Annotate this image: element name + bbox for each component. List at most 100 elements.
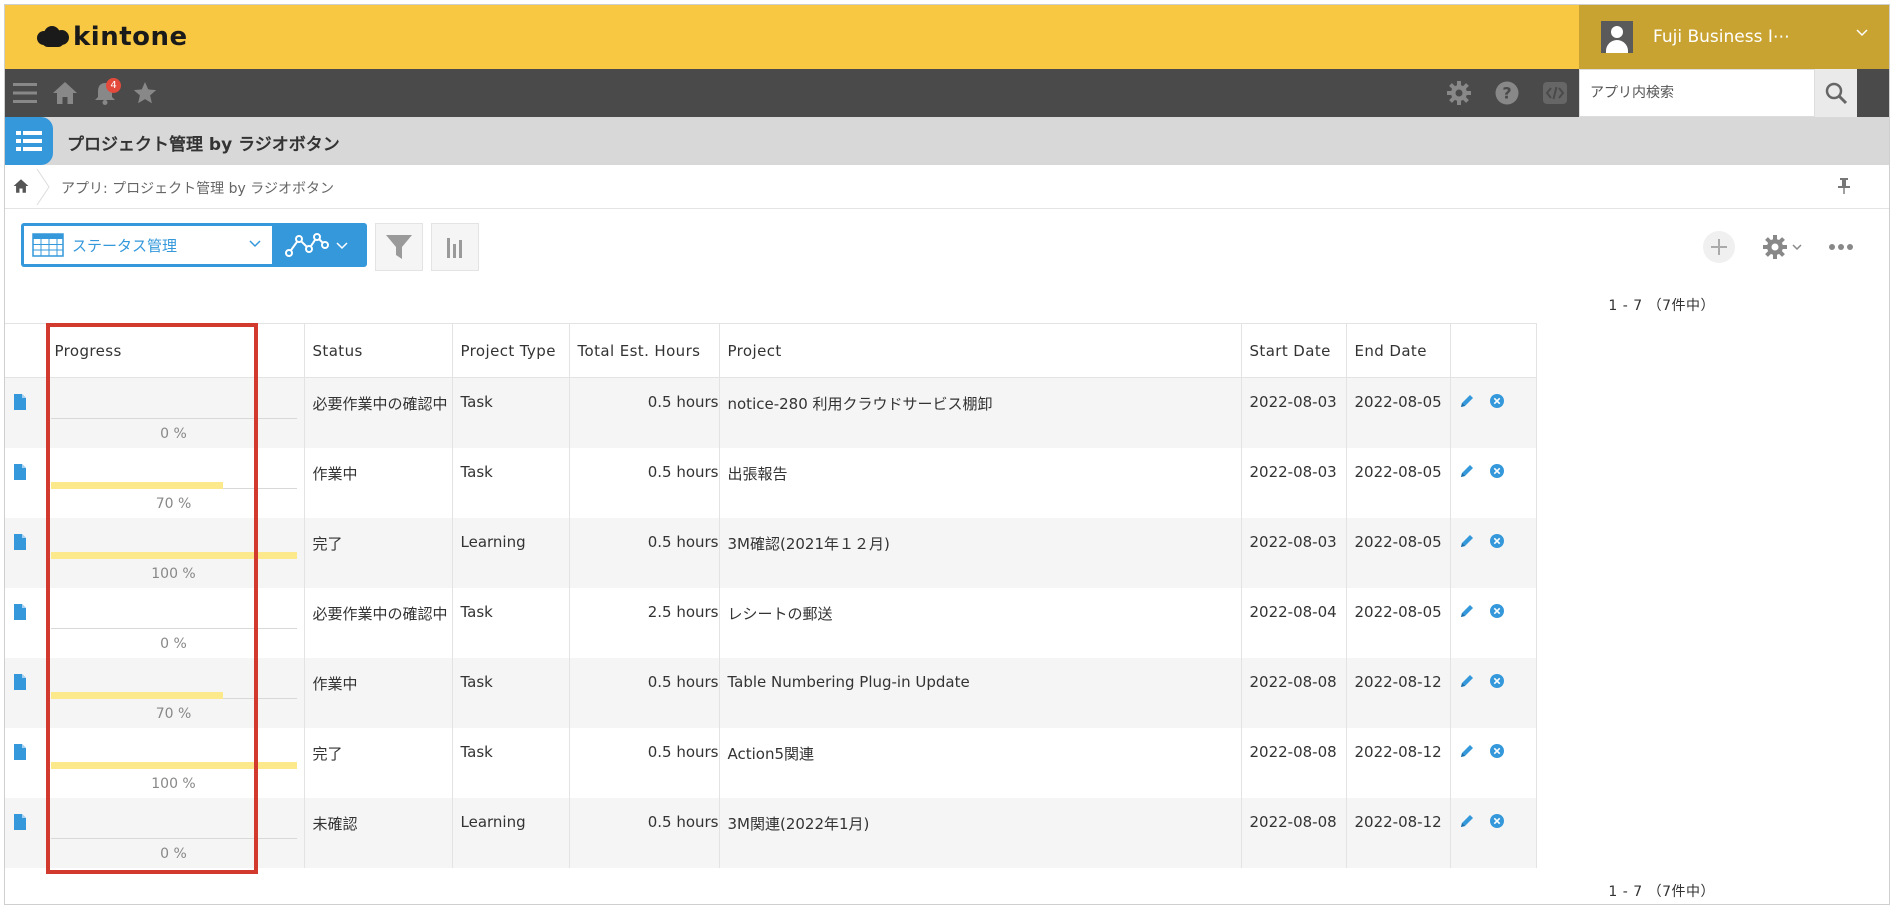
status-cell: 作業中 [304,657,453,728]
chevron-down-icon [1855,25,1869,44]
project-cell: 出張報告 [719,447,1242,518]
delete-icon[interactable] [1489,393,1505,413]
header-progress[interactable]: Progress [46,323,305,378]
header-total-hours[interactable]: Total Est. Hours [569,323,720,378]
project-type-cell: Task [452,727,570,798]
edit-icon[interactable] [1459,673,1475,693]
progress-bar [50,412,297,419]
delete-icon[interactable] [1489,813,1505,833]
edit-icon[interactable] [1459,393,1475,413]
record-detail-link[interactable] [5,657,47,728]
logo-text: kintone [73,22,188,52]
progress-label: 100 % [151,565,196,582]
actions-cell [1450,657,1537,728]
filter-button[interactable] [375,223,423,271]
view-label: ステータス管理 [72,236,178,255]
progress-bar [50,691,297,699]
header-detail [5,323,47,378]
breadcrumb-app-link[interactable]: アプリ: プロジェクト管理 by ラジオボタン [61,178,334,198]
more-icon [1829,244,1853,250]
pin-icon[interactable] [1837,177,1851,199]
edit-icon[interactable] [1459,463,1475,483]
table-row: 0 % 必要作業中の確認中 Task 2.5 hours レシートの郵送 202… [5,587,1537,658]
status-cell: 必要作業中の確認中 [304,377,453,448]
app-window: kintone Fuji Business I⋯ 4 ? アプリ内検索 プロジェ… [4,4,1890,905]
total-hours-cell: 0.5 hours [569,447,720,518]
filter-icon [386,235,412,259]
start-date-cell: 2022-08-03 [1241,377,1347,448]
total-hours-cell: 0.5 hours [569,377,720,448]
progress-bar [50,481,297,489]
more-button[interactable] [1823,231,1859,263]
table-row: 70 % 作業中 Task 0.5 hours 出張報告 2022-08-03 … [5,447,1537,518]
table-row: 100 % 完了 Task 0.5 hours Action5関連 2022-0… [5,727,1537,798]
status-cell: 未確認 [304,797,453,868]
header-end-date[interactable]: End Date [1346,323,1451,378]
notification-badge: 4 [106,78,121,93]
project-cell: Action5関連 [719,727,1242,798]
paging-top: 1 - 7 （7件中） [1608,298,1715,314]
record-detail-link[interactable] [5,377,47,448]
edit-icon[interactable] [1459,603,1475,623]
delete-icon[interactable] [1489,673,1505,693]
progress-cell: 70 % [46,657,305,728]
table-row: 70 % 作業中 Task 0.5 hours Table Numbering … [5,657,1537,728]
search-button[interactable] [1815,69,1857,117]
actions-cell [1450,377,1537,448]
header-project-type[interactable]: Project Type [452,323,570,378]
record-icon [14,603,26,620]
delete-icon[interactable] [1489,743,1505,763]
project-cell: レシートの郵送 [719,587,1242,658]
end-date-cell: 2022-08-12 [1346,657,1451,728]
add-record-button[interactable] [1703,231,1735,263]
app-search [1579,69,1815,117]
status-cell: 完了 [304,727,453,798]
gear-icon[interactable] [1443,77,1475,109]
progress-label: 0 % [160,845,187,862]
header-start-date[interactable]: Start Date [1241,323,1347,378]
project-type-cell: Learning [452,517,570,588]
delete-icon[interactable] [1489,463,1505,483]
project-type-cell: Learning [452,797,570,868]
progress-label: 70 % [155,495,192,512]
cloud-icon [37,25,69,49]
record-detail-link[interactable] [5,797,47,868]
graph-view-button[interactable] [277,223,367,267]
app-settings-button[interactable] [1757,231,1807,263]
progress-cell: 0 % [46,587,305,658]
progress-bar [50,551,297,559]
edit-icon[interactable] [1459,533,1475,553]
progress-cell: 70 % [46,447,305,518]
search-input[interactable] [1580,70,1814,116]
record-detail-link[interactable] [5,727,47,798]
chart-button[interactable] [431,223,479,271]
paging-bottom: 1 - 7 （7件中） [1608,884,1715,900]
edit-icon[interactable] [1459,743,1475,763]
start-date-cell: 2022-08-03 [1241,447,1347,518]
bell-icon[interactable]: 4 [89,77,121,109]
record-detail-link[interactable] [5,517,47,588]
breadcrumb-separator [36,169,50,205]
header-status[interactable]: Status [304,323,453,378]
help-icon[interactable]: ? [1491,77,1523,109]
graph-icon [285,231,329,259]
user-menu[interactable]: Fuji Business I⋯ [1579,5,1889,69]
delete-icon[interactable] [1489,533,1505,553]
chart-icon [447,238,462,258]
home-icon[interactable] [13,178,29,198]
star-icon[interactable] [129,77,161,109]
kintone-logo[interactable]: kintone [37,21,188,53]
record-detail-link[interactable] [5,587,47,658]
home-icon[interactable] [49,77,81,109]
view-selector[interactable]: ステータス管理 [21,223,277,267]
end-date-cell: 2022-08-12 [1346,727,1451,798]
code-icon[interactable] [1539,77,1571,109]
edit-icon[interactable] [1459,813,1475,833]
menu-icon[interactable] [9,77,41,109]
header-project[interactable]: Project [719,323,1242,378]
table-row: 0 % 未確認 Learning 0.5 hours 3M関連(2022年1月)… [5,797,1537,868]
record-icon [14,813,26,830]
record-detail-link[interactable] [5,447,47,518]
plus-icon [1711,239,1727,255]
delete-icon[interactable] [1489,603,1505,623]
